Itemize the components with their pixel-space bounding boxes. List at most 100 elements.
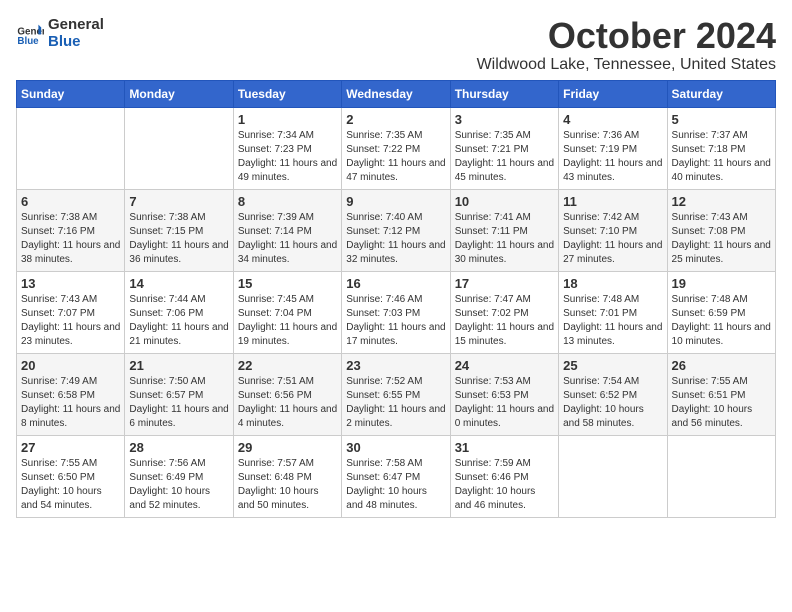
calendar-day-cell (17, 107, 125, 189)
day-info: Sunrise: 7:39 AM Sunset: 7:14 PM Dayligh… (238, 211, 337, 267)
day-number: 20 (21, 358, 120, 373)
weekday-header: Wednesday (342, 80, 450, 107)
day-number: 14 (129, 276, 228, 291)
calendar-day-cell: 21Sunrise: 7:50 AM Sunset: 6:57 PM Dayli… (125, 353, 233, 435)
logo: General Blue General Blue (16, 16, 104, 50)
day-number: 9 (346, 194, 445, 209)
day-info: Sunrise: 7:58 AM Sunset: 6:47 PM Dayligh… (346, 457, 445, 513)
calendar-day-cell: 22 Sunrise: 7:51 AM Sunset: 6:56 PM Dayli… (233, 353, 341, 435)
calendar-day-cell: 16Sunrise: 7:46 AM Sunset: 7:03 PM Dayli… (342, 271, 450, 353)
calendar-day-cell: 5 Sunrise: 7:37 AM Sunset: 7:18 PM Daylig… (667, 107, 775, 189)
day-info: Sunrise: 7:51 AM Sunset: 6:56 PM Dayligh… (238, 375, 337, 431)
day-info: Sunrise: 7:48 AM Sunset: 7:01 PM Dayligh… (563, 293, 662, 349)
calendar-week-row: 20 Sunrise: 7:49 AM Sunset: 6:58 PM Dayli… (17, 353, 776, 435)
day-number: 13 (21, 276, 120, 291)
day-info: Sunrise: 7:53 AM Sunset: 6:53 PM Dayligh… (455, 375, 554, 431)
day-number: 25 (563, 358, 662, 373)
calendar-day-cell: 15 Sunrise: 7:45 AM Sunset: 7:04 PM Dayli… (233, 271, 341, 353)
day-number: 11 (563, 194, 662, 209)
day-info: Sunrise: 7:40 AM Sunset: 7:12 PM Dayligh… (346, 211, 445, 267)
calendar-day-cell: 29 Sunrise: 7:57 AM Sunset: 6:48 PM Dayli… (233, 435, 341, 517)
day-info: Sunrise: 7:48 AM Sunset: 6:59 PM Dayligh… (672, 293, 771, 349)
day-info: Sunrise: 7:35 AM Sunset: 7:21 PM Dayligh… (455, 129, 554, 185)
calendar-week-row: 27Sunrise: 7:55 AM Sunset: 6:50 PM Dayli… (17, 435, 776, 517)
day-number: 26 (672, 358, 771, 373)
location: Wildwood Lake, Tennessee, United States (477, 56, 776, 74)
calendar-day-cell: 14 Sunrise: 7:44 AM Sunset: 7:06 PM Dayli… (125, 271, 233, 353)
day-info: Sunrise: 7:42 AM Sunset: 7:10 PM Dayligh… (563, 211, 662, 267)
calendar-day-cell: 12 Sunrise: 7:43 AM Sunset: 7:08 PM Dayli… (667, 189, 775, 271)
calendar-day-cell: 27Sunrise: 7:55 AM Sunset: 6:50 PM Dayli… (17, 435, 125, 517)
calendar-day-cell: 19 Sunrise: 7:48 AM Sunset: 6:59 PM Dayli… (667, 271, 775, 353)
month-title: October 2024 (477, 16, 776, 56)
day-number: 30 (346, 440, 445, 455)
weekday-header: Friday (559, 80, 667, 107)
day-number: 18 (563, 276, 662, 291)
day-info: Sunrise: 7:36 AM Sunset: 7:19 PM Dayligh… (563, 129, 662, 185)
day-number: 22 (238, 358, 337, 373)
day-info: Sunrise: 7:43 AM Sunset: 7:08 PM Dayligh… (672, 211, 771, 267)
calendar-day-cell: 1 Sunrise: 7:34 AM Sunset: 7:23 PM Daylig… (233, 107, 341, 189)
calendar-day-cell: 18 Sunrise: 7:48 AM Sunset: 7:01 PM Dayli… (559, 271, 667, 353)
calendar-day-cell: 31 Sunrise: 7:59 AM Sunset: 6:46 PM Dayli… (450, 435, 558, 517)
logo-line2: Blue (48, 33, 104, 50)
day-number: 24 (455, 358, 554, 373)
day-number: 19 (672, 276, 771, 291)
title-block: October 2024 Wildwood Lake, Tennessee, U… (477, 16, 776, 74)
day-info: Sunrise: 7:38 AM Sunset: 7:16 PM Dayligh… (21, 211, 120, 267)
day-number: 4 (563, 112, 662, 127)
page-header: General Blue General Blue October 2024 W… (16, 16, 776, 74)
weekday-header: Monday (125, 80, 233, 107)
calendar-day-cell: 28 Sunrise: 7:56 AM Sunset: 6:49 PM Dayli… (125, 435, 233, 517)
day-number: 31 (455, 440, 554, 455)
calendar-day-cell: 3 Sunrise: 7:35 AM Sunset: 7:21 PM Daylig… (450, 107, 558, 189)
day-number: 1 (238, 112, 337, 127)
day-info: Sunrise: 7:57 AM Sunset: 6:48 PM Dayligh… (238, 457, 337, 513)
day-number: 15 (238, 276, 337, 291)
logo-icon: General Blue (16, 19, 44, 47)
day-info: Sunrise: 7:55 AM Sunset: 6:50 PM Dayligh… (21, 457, 120, 513)
day-number: 5 (672, 112, 771, 127)
calendar-day-cell: 2 Sunrise: 7:35 AM Sunset: 7:22 PM Daylig… (342, 107, 450, 189)
day-info: Sunrise: 7:34 AM Sunset: 7:23 PM Dayligh… (238, 129, 337, 185)
logo-line1: General (48, 16, 104, 33)
day-info: Sunrise: 7:45 AM Sunset: 7:04 PM Dayligh… (238, 293, 337, 349)
calendar-day-cell: 13 Sunrise: 7:43 AM Sunset: 7:07 PM Dayli… (17, 271, 125, 353)
calendar-day-cell: 25 Sunrise: 7:54 AM Sunset: 6:52 PM Dayli… (559, 353, 667, 435)
day-number: 21 (129, 358, 228, 373)
day-number: 2 (346, 112, 445, 127)
day-info: Sunrise: 7:54 AM Sunset: 6:52 PM Dayligh… (563, 375, 662, 431)
day-info: Sunrise: 7:49 AM Sunset: 6:58 PM Dayligh… (21, 375, 120, 431)
calendar-day-cell: 24 Sunrise: 7:53 AM Sunset: 6:53 PM Dayli… (450, 353, 558, 435)
calendar-week-row: 6 Sunrise: 7:38 AM Sunset: 7:16 PM Daylig… (17, 189, 776, 271)
day-info: Sunrise: 7:56 AM Sunset: 6:49 PM Dayligh… (129, 457, 228, 513)
day-info: Sunrise: 7:43 AM Sunset: 7:07 PM Dayligh… (21, 293, 120, 349)
day-number: 6 (21, 194, 120, 209)
day-number: 7 (129, 194, 228, 209)
weekday-header-row: SundayMondayTuesdayWednesdayThursdayFrid… (17, 80, 776, 107)
calendar-day-cell: 30 Sunrise: 7:58 AM Sunset: 6:47 PM Dayli… (342, 435, 450, 517)
calendar-day-cell: 8 Sunrise: 7:39 AM Sunset: 7:14 PM Daylig… (233, 189, 341, 271)
day-number: 28 (129, 440, 228, 455)
day-info: Sunrise: 7:35 AM Sunset: 7:22 PM Dayligh… (346, 129, 445, 185)
day-number: 29 (238, 440, 337, 455)
calendar-week-row: 13 Sunrise: 7:43 AM Sunset: 7:07 PM Dayli… (17, 271, 776, 353)
day-number: 12 (672, 194, 771, 209)
calendar-day-cell: 23 Sunrise: 7:52 AM Sunset: 6:55 PM Dayli… (342, 353, 450, 435)
day-number: 8 (238, 194, 337, 209)
day-info: Sunrise: 7:37 AM Sunset: 7:18 PM Dayligh… (672, 129, 771, 185)
day-info: Sunrise: 7:52 AM Sunset: 6:55 PM Dayligh… (346, 375, 445, 431)
day-number: 3 (455, 112, 554, 127)
day-info: Sunrise: 7:55 AM Sunset: 6:51 PM Dayligh… (672, 375, 771, 431)
calendar-day-cell: 20 Sunrise: 7:49 AM Sunset: 6:58 PM Dayli… (17, 353, 125, 435)
calendar-day-cell: 7Sunrise: 7:38 AM Sunset: 7:15 PM Daylig… (125, 189, 233, 271)
weekday-header: Tuesday (233, 80, 341, 107)
day-number: 23 (346, 358, 445, 373)
svg-text:Blue: Blue (17, 36, 39, 47)
calendar-day-cell: 4 Sunrise: 7:36 AM Sunset: 7:19 PM Daylig… (559, 107, 667, 189)
day-info: Sunrise: 7:44 AM Sunset: 7:06 PM Dayligh… (129, 293, 228, 349)
calendar-day-cell (667, 435, 775, 517)
calendar-day-cell: 10Sunrise: 7:41 AM Sunset: 7:11 PM Dayli… (450, 189, 558, 271)
day-info: Sunrise: 7:59 AM Sunset: 6:46 PM Dayligh… (455, 457, 554, 513)
calendar-week-row: 1 Sunrise: 7:34 AM Sunset: 7:23 PM Daylig… (17, 107, 776, 189)
